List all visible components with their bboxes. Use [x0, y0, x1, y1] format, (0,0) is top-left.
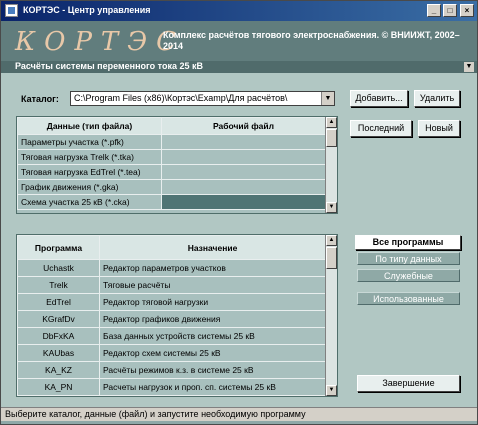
used-button[interactable]: Использованные [357, 292, 460, 305]
table-row[interactable]: KAUbas Редактор схем системы 25 кВ [17, 344, 326, 362]
table-row[interactable]: График движения (*.gka) [17, 179, 326, 195]
table-row[interactable]: KGrafDv Редактор графиков движения [17, 310, 326, 328]
program-purpose: Тяговые расчёты [99, 276, 326, 294]
delete-button[interactable]: Удалить [414, 90, 460, 107]
by-type-button[interactable]: По типу данных [357, 252, 460, 265]
catalog-path: C:\Program Files (x86)\Кортэс\Examp\Для … [74, 93, 288, 103]
file-type-cell: Схема участка 25 кВ (*.cka) [17, 194, 162, 210]
program-purpose: Редактор параметров участков [99, 259, 326, 277]
close-icon[interactable]: × [460, 4, 474, 17]
table-row[interactable]: Схема участка 25 кВ (*.cka) [17, 194, 326, 210]
file-type-cell: Параметры участка (*.pfk) [17, 134, 162, 150]
banner-subtitle: Комплекс расчётов тягового электроснабже… [163, 30, 460, 51]
file-type-cell: Тяговая нагрузка Trelk (*.tka) [17, 149, 162, 165]
chevron-down-icon[interactable]: ▼ [464, 62, 474, 72]
file-cell[interactable] [161, 149, 326, 165]
last-button[interactable]: Последний [350, 120, 412, 137]
program-purpose: Редактор схем системы 25 кВ [99, 344, 326, 362]
file-cell[interactable] [161, 164, 326, 180]
table-row[interactable]: Trelk Тяговые расчёты [17, 276, 326, 294]
scroll-up-icon[interactable]: ▲ [326, 235, 337, 246]
maximize-icon[interactable]: □ [443, 4, 457, 17]
new-button[interactable]: Новый [418, 120, 460, 137]
programs-header-name: Программа [17, 235, 100, 260]
mode-label: Расчёты системы переменного тока 25 кВ [15, 61, 203, 71]
minimize-icon[interactable]: _ [427, 4, 441, 17]
files-scrollbar[interactable]: ▲ ▼ [325, 117, 337, 213]
service-button[interactable]: Служебные [357, 269, 460, 282]
program-purpose: База данных устройств системы 25 кВ [99, 327, 326, 345]
table-row[interactable]: Uchastk Редактор параметров участков [17, 259, 326, 277]
file-type-cell: График движения (*.gka) [17, 179, 162, 195]
add-button[interactable]: Добавить... [350, 90, 408, 107]
program-name: KAUbas [17, 344, 100, 362]
programs-grid[interactable]: Программа Назначение Uchastk Редактор па… [16, 234, 338, 397]
table-row[interactable]: DbFxKA База данных устройств системы 25 … [17, 327, 326, 345]
app-icon [5, 4, 18, 17]
table-row[interactable]: KA_KZ Расчёты режимов к.з. в системе 25 … [17, 361, 326, 379]
file-type-cell: Тяговая нагрузка EdTrel (*.tea) [17, 164, 162, 180]
scroll-thumb[interactable] [326, 129, 337, 147]
status-bar: Выберите каталог, данные (файл) и запуст… [1, 407, 477, 421]
files-header-type: Данные (тип файла) [17, 117, 162, 135]
program-name: KA_KZ [17, 361, 100, 379]
files-grid[interactable]: Данные (тип файла) Рабочий файл Параметр… [16, 116, 338, 214]
main-window: КОРТЭС - Центр управления _ □ × КОРТЭС К… [0, 0, 478, 425]
chevron-down-icon[interactable]: ▼ [321, 92, 334, 105]
programs-scrollbar[interactable]: ▲ ▼ [325, 235, 337, 396]
program-purpose: Расчёты режимов к.з. в системе 25 кВ [99, 361, 326, 379]
program-name: KA_PN [17, 378, 100, 396]
status-text: Выберите каталог, данные (файл) и запуст… [5, 409, 306, 419]
window-title: КОРТЭС - Центр управления [23, 5, 151, 15]
file-cell[interactable] [161, 179, 326, 195]
logo: КОРТЭС [15, 27, 186, 57]
scroll-down-icon[interactable]: ▼ [326, 385, 337, 396]
programs-header-purpose: Назначение [99, 235, 326, 260]
program-name: Trelk [17, 276, 100, 294]
file-cell[interactable] [161, 134, 326, 150]
mode-selector[interactable]: Расчёты системы переменного тока 25 кВ ▼ [1, 61, 477, 73]
program-name: Uchastk [17, 259, 100, 277]
scroll-thumb[interactable] [326, 247, 337, 269]
program-name: EdTrel [17, 293, 100, 311]
table-row[interactable]: Тяговая нагрузка EdTrel (*.tea) [17, 164, 326, 180]
title-bar[interactable]: КОРТЭС - Центр управления _ □ × [1, 1, 477, 21]
program-name: KGrafDv [17, 310, 100, 328]
table-row[interactable]: KA_PN Расчеты нагрузок и проп. сп. систе… [17, 378, 326, 396]
program-purpose: Редактор тяговой нагрузки [99, 293, 326, 311]
finish-button[interactable]: Завершение [357, 375, 460, 392]
all-programs-button[interactable]: Все программы [355, 235, 461, 250]
scroll-down-icon[interactable]: ▼ [326, 202, 337, 213]
program-name: DbFxKA [17, 327, 100, 345]
catalog-combo[interactable]: C:\Program Files (x86)\Кортэс\Examp\Для … [70, 91, 335, 106]
scroll-up-icon[interactable]: ▲ [326, 117, 337, 128]
table-row[interactable]: Тяговая нагрузка Trelk (*.tka) [17, 149, 326, 165]
catalog-label: Каталог: [21, 94, 59, 104]
program-purpose: Редактор графиков движения [99, 310, 326, 328]
program-purpose: Расчеты нагрузок и проп. сп. системы 25 … [99, 378, 326, 396]
banner: КОРТЭС Комплекс расчётов тягового электр… [1, 21, 477, 61]
table-row[interactable]: EdTrel Редактор тяговой нагрузки [17, 293, 326, 311]
table-row[interactable]: Параметры участка (*.pfk) [17, 134, 326, 150]
file-cell[interactable] [161, 194, 326, 210]
files-header-file: Рабочий файл [161, 117, 326, 135]
